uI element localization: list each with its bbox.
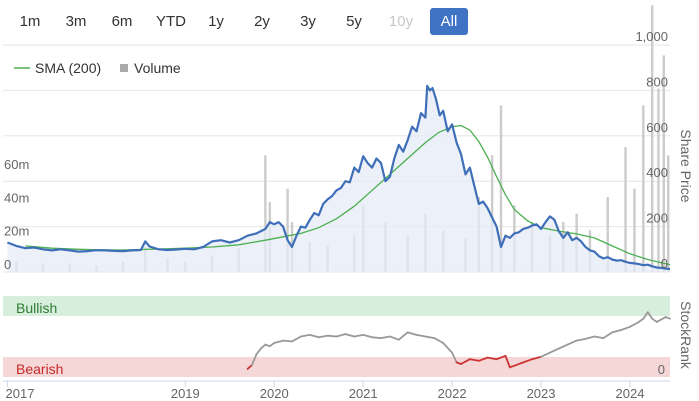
volume-tick-label: 60m [4,157,29,172]
stockrank-segment [397,331,409,341]
x-tick-label: 2024 [616,386,645,401]
volume-tick-label: 0 [4,257,11,272]
stockrank-segment [344,333,356,338]
legend-volume-swatch [120,64,128,72]
stockrank-segment [255,347,262,356]
bullish-label: Bullish [16,300,57,316]
volume-tick-label: 40m [4,190,29,205]
range-button-3m[interactable]: 3m [56,8,96,35]
legend-sma-label[interactable]: SMA (200) [35,60,101,76]
stockrank-segment [353,333,365,338]
range-selector: 1m 3m 6m YTD 1y 2y 3y 5y 10y All [0,0,480,40]
stockrank-segment [291,335,302,343]
stockrank-segment [371,336,382,340]
stockrank-segment [335,333,347,338]
price-tick-label: 600 [646,120,668,135]
volume-bar [657,88,660,273]
stockrank-segment [602,331,614,340]
x-tick-label: 2017 [6,386,35,401]
stockrank-segment [388,335,400,341]
stockrank-segment [442,342,454,354]
volume-tick-label: 20m [4,224,29,239]
range-button-ytd[interactable]: YTD [148,8,194,35]
stockrank-segment [584,335,596,340]
stockrank-segment [424,335,436,340]
stockrank-segment [655,316,667,323]
price-area [7,85,670,273]
stockrank-axis-label: StockRank [678,301,694,370]
stockrank-segment [317,334,329,339]
stockrank-segment [611,329,622,334]
bearish-label: Bearish [16,361,63,377]
volume-bar [633,188,636,272]
stockrank-segment [575,337,587,342]
stockrank-segment [629,320,640,328]
x-tick-label: 2022 [438,386,467,401]
x-tick-label: 2019 [171,386,200,401]
stockrank-segment [308,333,320,339]
stock-chart: 0 200 400 600 800 1,000 0 20m 40m 60m Share Pric… [3,5,694,401]
range-button-all[interactable]: All [430,8,468,35]
range-button-1y[interactable]: 1y [196,8,236,35]
stockrank-segment [273,339,285,344]
range-button-6m[interactable]: 6m [102,8,142,35]
range-button-5y[interactable]: 5y [334,8,374,35]
price-tick-label: 800 [646,74,668,89]
stockrank-segment [259,343,267,350]
bearish-band [3,357,670,377]
stockrank-segment [557,343,569,350]
legend-volume-label[interactable]: Volume [134,60,181,76]
x-tick-label: 2021 [349,386,378,401]
range-button-1m[interactable]: 1m [10,8,50,35]
stockrank-segment [620,325,631,331]
stockrank-segment [664,316,671,320]
bullish-band [3,296,670,316]
volume-bar [651,5,654,272]
stockrank-segment [406,331,418,336]
x-axis-ticks: 2017 2019 2020 2021 2022 2023 2024 [6,381,645,401]
stockrank-segment [362,333,374,339]
price-tick-label: 0 [661,256,668,271]
x-tick-label: 2020 [260,386,289,401]
range-button-3y[interactable]: 3y [288,8,328,35]
stockrank-segment [433,337,445,344]
range-button-10y[interactable]: 10y [380,8,422,35]
volume-bar [624,147,627,272]
price-tick-label: 200 [646,211,668,226]
stockrank-segment [415,333,427,338]
stockrank-segment [566,339,578,346]
stockrank-segment [326,334,338,338]
chart-legend[interactable]: SMA (200) Volume [14,60,181,76]
price-tick-label: 1,000 [635,29,668,44]
volume-bar [642,105,645,272]
stockrank-segment [282,339,293,343]
stockrank-segment [593,335,605,340]
stockrank-zero-tick: 0 [658,362,665,377]
stockrank-segment [540,351,551,358]
x-tick-label: 2023 [527,386,556,401]
price-tick-label: 400 [646,165,668,180]
range-button-2y[interactable]: 2y [242,8,282,35]
stockrank-segment [380,335,391,340]
share-price-axis-label: Share Price [678,129,694,202]
stockrank-segment [299,333,311,338]
stockrank-segment [549,347,560,354]
